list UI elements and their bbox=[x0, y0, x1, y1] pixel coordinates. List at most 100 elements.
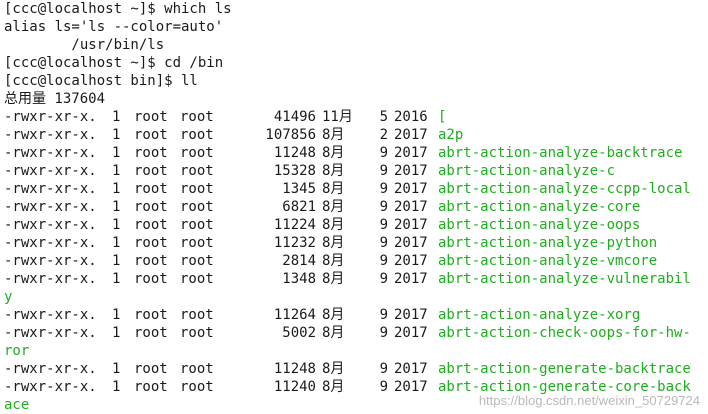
group-cell: root bbox=[180, 271, 214, 287]
filename-cell: abrt-action-analyze-xorg bbox=[438, 307, 641, 323]
month-cell: 8月 bbox=[322, 217, 345, 233]
year-cell: 2017 bbox=[394, 361, 428, 377]
owner-cell: root bbox=[134, 235, 168, 251]
link-count-cell: 1 bbox=[112, 145, 121, 161]
year-cell: 2016 bbox=[394, 109, 428, 125]
link-count-cell: 1 bbox=[112, 361, 121, 377]
filename-cell: [ bbox=[438, 109, 447, 125]
permissions-cell: -rwxr-xr-x. bbox=[4, 307, 97, 323]
owner-cell: root bbox=[134, 307, 168, 323]
filename-cell: abrt-action-analyze-python bbox=[438, 235, 658, 251]
terminal-line: 总用量 137604 bbox=[4, 91, 106, 107]
year-cell: 2017 bbox=[394, 145, 428, 161]
size-cell: 11224 bbox=[273, 217, 316, 233]
size-cell: 11248 bbox=[273, 145, 316, 161]
filename-cell: abrt-action-analyze-vmcore bbox=[438, 253, 658, 269]
listing-row: -rwxr-xr-x. 1 root root 11232 8月 9 2017 abrt-act… bbox=[4, 234, 708, 252]
listing-row: -rwxr-xr-x. 1 root root 11248 8月 9 2017 abrt-act… bbox=[4, 144, 708, 162]
year-cell: 2017 bbox=[394, 253, 428, 269]
year-cell: 2017 bbox=[394, 163, 428, 179]
listing-row: -rwxr-xr-x. 1 root root 5002 8月 9 2017 abrt-acti… bbox=[4, 324, 708, 342]
year-cell: 2017 bbox=[394, 307, 428, 323]
permissions-cell: -rwxr-xr-x. bbox=[4, 361, 97, 377]
listing-row: -rwxr-xr-x. 1 root root 11224 8月 9 2017 abrt-act… bbox=[4, 216, 708, 234]
size-cell: 11232 bbox=[273, 235, 316, 251]
year-cell: 2017 bbox=[394, 181, 428, 197]
group-cell: root bbox=[180, 325, 214, 341]
size-cell: 2814 bbox=[282, 253, 316, 269]
month-cell: 8月 bbox=[322, 199, 345, 215]
size-cell: 107856 bbox=[265, 127, 316, 143]
filename-cell: a2p bbox=[438, 127, 464, 143]
link-count-cell: 1 bbox=[112, 109, 121, 125]
terminal-line: alias ls='ls --color=auto' bbox=[4, 19, 224, 35]
permissions-cell: -rwxr-xr-x. bbox=[4, 181, 97, 197]
month-cell: 8月 bbox=[322, 163, 345, 179]
link-count-cell: 1 bbox=[112, 217, 121, 233]
day-cell: 2 bbox=[379, 127, 388, 143]
group-cell: root bbox=[180, 163, 214, 179]
listing-row: -rwxr-xr-x. 1 root root 41496 11月 5 2016 [ bbox=[4, 108, 708, 126]
group-cell: root bbox=[180, 361, 214, 377]
filename-cell: abrt-action-analyze-oops bbox=[438, 217, 641, 233]
size-cell: 11240 bbox=[273, 379, 316, 395]
day-cell: 9 bbox=[379, 361, 388, 377]
month-cell: 8月 bbox=[322, 127, 345, 143]
terminal-line: [ccc@localhost bin]$ ll bbox=[4, 73, 198, 89]
permissions-cell: -rwxr-xr-x. bbox=[4, 235, 97, 251]
size-cell: 11264 bbox=[273, 307, 316, 323]
terminal-window[interactable]: [ccc@localhost ~]$ which ls alias ls='ls … bbox=[0, 0, 708, 414]
permissions-cell: -rwxr-xr-x. bbox=[4, 253, 97, 269]
listing-row: -rwxr-xr-x. 1 root root 1345 8月 9 2017 abrt-acti… bbox=[4, 180, 708, 198]
owner-cell: root bbox=[134, 325, 168, 341]
prompt-block: [ccc@localhost ~]$ which ls alias ls='ls … bbox=[4, 0, 708, 108]
year-cell: 2017 bbox=[394, 217, 428, 233]
filename-wrap-line: y bbox=[4, 289, 13, 305]
month-cell: 8月 bbox=[322, 253, 345, 269]
group-cell: root bbox=[180, 307, 214, 323]
listing-row: -rwxr-xr-x. 1 root root 1348 8月 9 2017 abrt-acti… bbox=[4, 270, 708, 288]
permissions-cell: -rwxr-xr-x. bbox=[4, 271, 97, 287]
month-cell: 8月 bbox=[322, 235, 345, 251]
day-cell: 9 bbox=[379, 271, 388, 287]
permissions-cell: -rwxr-xr-x. bbox=[4, 145, 97, 161]
link-count-cell: 1 bbox=[112, 271, 121, 287]
listing-row: -rwxr-xr-x. 1 root root 15328 8月 9 2017 abrt-act… bbox=[4, 162, 708, 180]
permissions-cell: -rwxr-xr-x. bbox=[4, 109, 97, 125]
day-cell: 9 bbox=[379, 145, 388, 161]
owner-cell: root bbox=[134, 361, 168, 377]
month-cell: 8月 bbox=[322, 379, 345, 395]
size-cell: 11248 bbox=[273, 361, 316, 377]
owner-cell: root bbox=[134, 379, 168, 395]
link-count-cell: 1 bbox=[112, 307, 121, 323]
group-cell: root bbox=[180, 127, 214, 143]
group-cell: root bbox=[180, 253, 214, 269]
day-cell: 9 bbox=[379, 217, 388, 233]
owner-cell: root bbox=[134, 217, 168, 233]
filename-wrap-line: ror bbox=[4, 343, 30, 359]
month-cell: 11月 bbox=[322, 109, 353, 125]
day-cell: 9 bbox=[379, 253, 388, 269]
filename-cell: abrt-action-generate-backtrace bbox=[438, 361, 691, 377]
permissions-cell: -rwxr-xr-x. bbox=[4, 325, 97, 341]
listing-row: -rwxr-xr-x. 1 root root 107856 8月 2 2017 a2p bbox=[4, 126, 708, 144]
filename-cell: abrt-action-analyze-backtrace bbox=[438, 145, 683, 161]
month-cell: 8月 bbox=[322, 271, 345, 287]
filename-cell: abrt-action-analyze-vulnerabil bbox=[438, 271, 691, 287]
owner-cell: root bbox=[134, 127, 168, 143]
link-count-cell: 1 bbox=[112, 379, 121, 395]
link-count-cell: 1 bbox=[112, 127, 121, 143]
group-cell: root bbox=[180, 235, 214, 251]
month-cell: 8月 bbox=[322, 181, 345, 197]
terminal-line: [ccc@localhost ~]$ cd /bin bbox=[4, 55, 224, 71]
file-listing: -rwxr-xr-x. 1 root root 41496 11月 5 2016[-rwxr-… bbox=[4, 108, 708, 414]
listing-row: -rwxr-xr-x. 1 root root 11248 8月 9 2017 abrt-act… bbox=[4, 360, 708, 378]
size-cell: 1345 bbox=[282, 181, 316, 197]
day-cell: 9 bbox=[379, 235, 388, 251]
owner-cell: root bbox=[134, 199, 168, 215]
year-cell: 2017 bbox=[394, 235, 428, 251]
day-cell: 9 bbox=[379, 181, 388, 197]
link-count-cell: 1 bbox=[112, 325, 121, 341]
size-cell: 1348 bbox=[282, 271, 316, 287]
size-cell: 41496 bbox=[273, 109, 316, 125]
